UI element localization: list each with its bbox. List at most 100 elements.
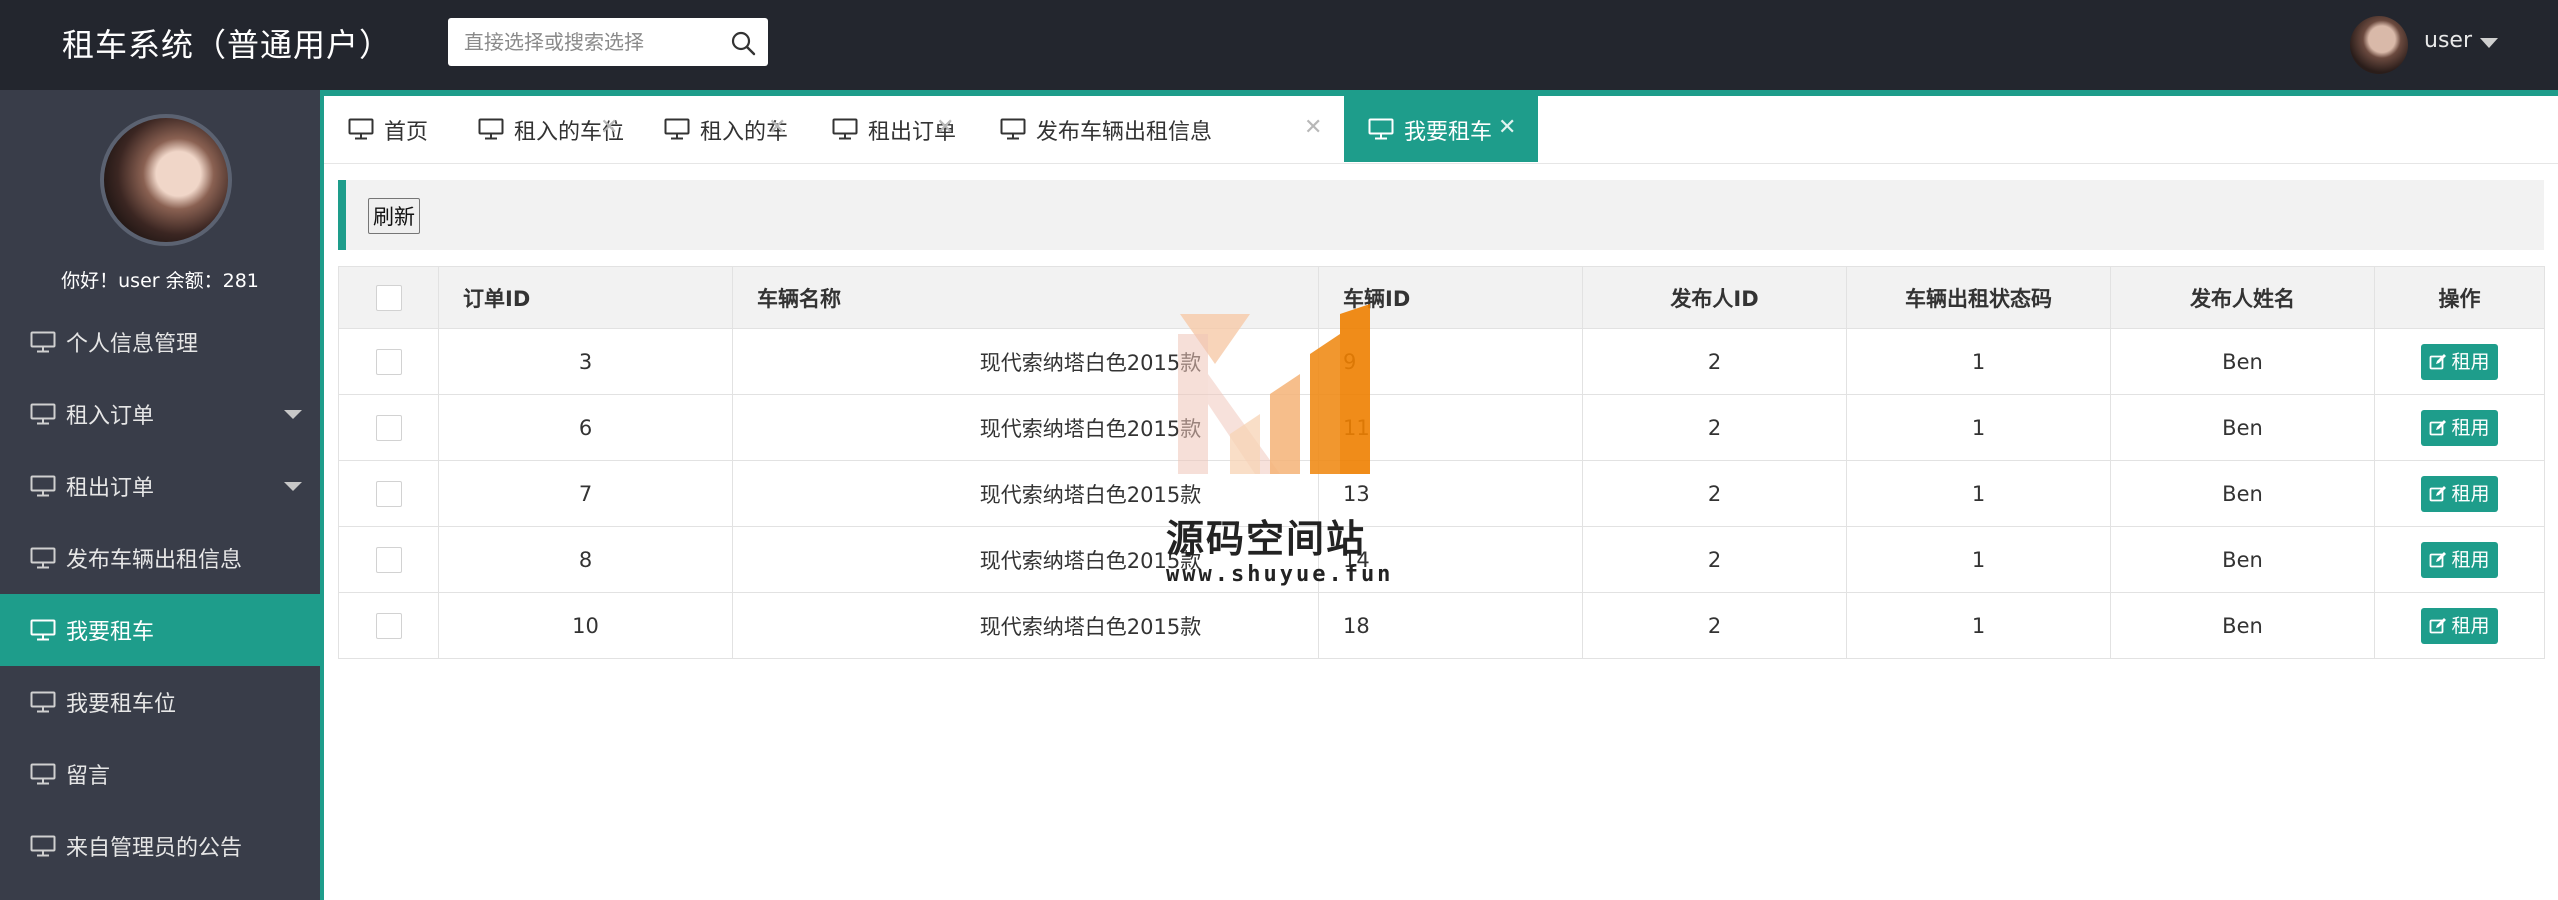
caret-down-icon[interactable] — [284, 482, 302, 491]
close-icon[interactable]: ✕ — [600, 116, 618, 140]
edit-icon — [2430, 353, 2447, 369]
cell-publisher-id: 2 — [1582, 592, 1847, 659]
tab[interactable]: 租入的车位 ✕ — [454, 96, 640, 162]
row-select-cell[interactable] — [338, 592, 439, 659]
sidebar-item[interactable]: 来自管理员的公告 — [0, 810, 320, 882]
sidebar-item[interactable]: 我要租车 — [0, 594, 320, 666]
monitor-icon — [832, 118, 858, 140]
cell-actions: 租用 — [2374, 328, 2545, 395]
table-row: 8 现代索纳塔白色2015款 14 2 1 Ben 租用 — [338, 526, 2545, 593]
select-all-cell[interactable] — [338, 266, 439, 329]
row-checkbox[interactable] — [375, 546, 402, 573]
row-checkbox[interactable] — [375, 480, 402, 507]
sidebar-item[interactable]: 租出订单 — [0, 450, 320, 522]
balance-greeting: 你好！user 余额：281 — [61, 270, 259, 292]
rent-button[interactable]: 租用 — [2421, 541, 2498, 578]
rent-button-label: 租用 — [2451, 350, 2490, 373]
sidebar-item[interactable]: 发布车辆出租信息 — [0, 522, 320, 594]
close-icon[interactable]: ✕ — [1304, 116, 1322, 140]
tab[interactable]: 租入的车 ✕ — [640, 96, 808, 162]
rent-button[interactable]: 租用 — [2421, 343, 2498, 380]
row-select-cell[interactable] — [338, 460, 439, 527]
watermark-text: 源码空间站 — [1166, 517, 1367, 561]
cell-status-code: 1 — [1846, 394, 2111, 461]
cell-status-code: 1 — [1846, 526, 2111, 593]
rent-button[interactable]: 租用 — [2421, 607, 2498, 644]
table-row: 6 现代索纳塔白色2015款 11 2 1 Ben 租用 — [338, 394, 2545, 461]
column-header-order-id[interactable]: 订单ID — [438, 266, 733, 329]
sidebar-item[interactable]: 个人信息管理 — [0, 306, 320, 378]
monitor-icon — [30, 763, 56, 785]
tab-label: 首页 — [384, 120, 429, 145]
tab[interactable]: 发布车辆出租信息 ✕ — [976, 96, 1344, 162]
rent-button-label: 租用 — [2451, 482, 2490, 505]
monitor-icon — [30, 331, 56, 353]
edit-icon — [2430, 617, 2447, 633]
caret-down-icon[interactable] — [284, 410, 302, 419]
select-all-checkbox[interactable] — [375, 284, 402, 311]
sidebar-item-label: 我要租车 — [66, 620, 155, 645]
header-avatar[interactable] — [2350, 16, 2408, 74]
cell-actions: 租用 — [2374, 592, 2545, 659]
column-header-car-name[interactable]: 车辆名称 — [732, 266, 1319, 329]
monitor-icon — [30, 691, 56, 713]
cell-publisher-id: 2 — [1582, 394, 1847, 461]
top-header: 租车系统（普通用户） user — [0, 0, 2558, 90]
monitor-icon — [1000, 118, 1026, 140]
monitor-icon — [30, 691, 56, 713]
cell-actions: 租用 — [2374, 460, 2545, 527]
tab[interactable]: 租出订单 ✕ — [808, 96, 976, 162]
sidebar-item[interactable]: 留言 — [0, 738, 320, 810]
monitor-icon — [30, 835, 56, 857]
close-icon[interactable]: ✕ — [936, 116, 954, 140]
cell-publisher-id: 2 — [1582, 328, 1847, 395]
rent-button[interactable]: 租用 — [2421, 409, 2498, 446]
column-header-publisher-id[interactable]: 发布人ID — [1582, 266, 1847, 329]
monitor-icon — [30, 403, 56, 425]
sidebar-item[interactable]: 我要租车位 — [0, 666, 320, 738]
monitor-icon — [30, 331, 56, 353]
caret-down-icon[interactable] — [2480, 38, 2498, 48]
row-select-cell[interactable] — [338, 328, 439, 395]
cell-actions: 租用 — [2374, 526, 2545, 593]
edit-icon — [2430, 419, 2447, 435]
edit-icon — [2430, 551, 2447, 567]
column-header-car-id[interactable]: 车辆ID — [1318, 266, 1583, 329]
row-select-cell[interactable] — [338, 394, 439, 461]
monitor-icon — [30, 835, 56, 857]
monitor-icon — [478, 118, 504, 140]
table-header-row: 订单ID 车辆名称 车辆ID 发布人ID 车辆出租状态码 发布人姓名 操作 — [338, 266, 2545, 329]
search-box[interactable] — [448, 18, 768, 66]
cell-actions: 租用 — [2374, 394, 2545, 461]
rent-button-label: 租用 — [2451, 614, 2490, 637]
row-checkbox[interactable] — [375, 414, 402, 441]
sidebar-nav: 个人信息管理租入订单 租出订单 发布车辆出租信息我要租车我要租车位留言来自管理员的公… — [0, 306, 320, 882]
close-icon[interactable]: ✕ — [1498, 116, 1516, 140]
sidebar-item-label: 留言 — [66, 764, 111, 789]
sidebar-item-label: 个人信息管理 — [66, 332, 199, 357]
tab-bar: 首页 租入的车位 ✕ 租入的车 ✕ 租出订单 ✕ 发布车辆出租信息 ✕ 我要租车 ✕ — [324, 96, 2558, 164]
monitor-icon — [348, 118, 374, 140]
rental-table: 订单ID 车辆名称 车辆ID 发布人ID 车辆出租状态码 发布人姓名 操作 3现… — [338, 266, 2545, 659]
tab[interactable]: 首页 — [324, 96, 454, 162]
user-name[interactable]: user — [2424, 28, 2472, 53]
cell-status-code: 1 — [1846, 592, 2111, 659]
close-icon[interactable]: ✕ — [768, 116, 786, 140]
column-header-publisher-name[interactable]: 发布人姓名 — [2110, 266, 2375, 329]
app-title: 租车系统（普通用户） — [62, 26, 393, 64]
search-input[interactable] — [448, 18, 718, 66]
tab[interactable]: 我要租车 ✕ — [1344, 96, 1538, 162]
cell-order-id: 8 — [438, 526, 733, 593]
sidebar: 你好！user 余额：281 个人信息管理 租入订单 租出订单 发布车辆出租信息 我要租… — [0, 90, 320, 900]
cell-car-id: 11 — [1318, 394, 1583, 461]
rent-button[interactable]: 租用 — [2421, 475, 2498, 512]
column-header-status-code[interactable]: 车辆出租状态码 — [1846, 266, 2111, 329]
sidebar-item[interactable]: 租入订单 — [0, 378, 320, 450]
cell-car-name: 现代索纳塔白色2015款 — [732, 328, 1319, 395]
cell-car-name: 现代索纳塔白色2015款 — [732, 394, 1319, 461]
row-select-cell[interactable] — [338, 526, 439, 593]
refresh-button[interactable]: 刷新 — [368, 198, 420, 234]
row-checkbox[interactable] — [375, 348, 402, 375]
row-checkbox[interactable] — [375, 612, 402, 639]
search-icon[interactable] — [730, 30, 756, 56]
